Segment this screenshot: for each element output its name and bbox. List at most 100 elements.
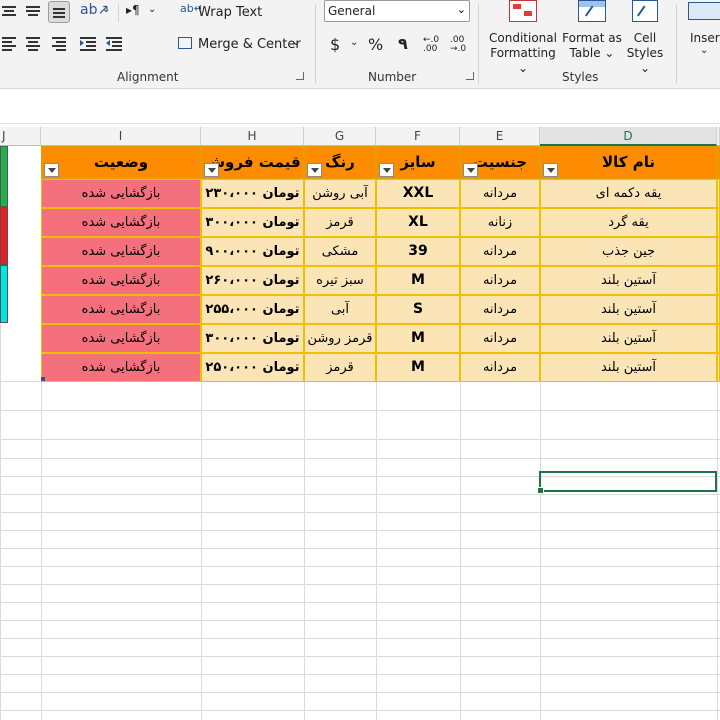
merge-center-icon: [178, 37, 192, 49]
legend-red-cell: [0, 207, 8, 265]
size-cell[interactable]: XXL: [376, 179, 460, 208]
gender-cell[interactable]: مردانه: [460, 295, 540, 324]
status-cell[interactable]: بازگشایی شده: [41, 208, 201, 237]
format-as-table-button[interactable]: Format as Table ⌄: [562, 31, 622, 61]
formula-bar-area: [0, 89, 720, 124]
color-cell[interactable]: قرمز: [304, 353, 376, 382]
color-cell[interactable]: سبز تیره: [304, 266, 376, 295]
legend-green-cell: [0, 146, 8, 207]
gender-cell[interactable]: مردانه: [460, 266, 540, 295]
color-cell[interactable]: آبی: [304, 295, 376, 324]
size-cell[interactable]: 39: [376, 237, 460, 266]
product-name-cell[interactable]: آستین بلند: [540, 295, 717, 324]
number-dialog-launcher-icon[interactable]: [466, 72, 474, 80]
wrap-text-button[interactable]: Wrap Text: [198, 5, 262, 20]
decrease-decimal-icon[interactable]: .00 →.0: [450, 36, 466, 54]
align-middle-icon[interactable]: [26, 4, 40, 18]
gender-cell[interactable]: مردانه: [460, 179, 540, 208]
column-header-i[interactable]: I: [41, 127, 201, 146]
cell-styles-icon: [632, 0, 658, 25]
percent-button[interactable]: %: [368, 35, 383, 54]
filter-dropdown-icon[interactable]: [543, 163, 558, 177]
number-format-value: General: [328, 4, 376, 18]
insert-button[interactable]: Insert: [690, 31, 720, 45]
filter-dropdown-icon[interactable]: [44, 163, 59, 177]
size-cell[interactable]: S: [376, 295, 460, 324]
column-header-h[interactable]: H: [201, 127, 304, 146]
product-name-cell[interactable]: جین جذب: [540, 237, 717, 266]
status-cell[interactable]: بازگشایی شده: [41, 324, 201, 353]
number-format-select[interactable]: General ⌄: [324, 0, 470, 22]
price-cell[interactable]: ۳۰۰،۰۰۰ تومان: [201, 324, 304, 353]
price-cell[interactable]: ۲۵۰،۰۰۰ تومان: [201, 353, 304, 382]
align-right-icon[interactable]: [52, 36, 66, 51]
product-name-cell[interactable]: آستین بلند: [540, 353, 717, 382]
size-cell[interactable]: M: [376, 324, 460, 353]
format-as-table-icon: [578, 0, 606, 25]
worksheet-grid[interactable]: وضعیت قیمت فروش رنگ سایز جنسیت نام کالا …: [0, 146, 720, 720]
cell-styles-button[interactable]: Cell Styles ⌄: [622, 31, 668, 76]
price-cell[interactable]: ۲۵۵،۰۰۰ تومان: [201, 295, 304, 324]
increase-indent-icon[interactable]: [106, 36, 122, 51]
active-cell-selection[interactable]: [537, 471, 717, 494]
alignment-dialog-launcher-icon[interactable]: [296, 72, 304, 80]
gender-cell[interactable]: مردانه: [460, 324, 540, 353]
filter-dropdown-icon[interactable]: [379, 163, 394, 177]
comma-style-button[interactable]: ٩: [398, 34, 408, 53]
color-cell[interactable]: قرمز: [304, 208, 376, 237]
header-gender-label: جنسیت: [472, 153, 528, 171]
status-cell[interactable]: بازگشایی شده: [41, 266, 201, 295]
status-cell[interactable]: بازگشایی شده: [41, 179, 201, 208]
price-cell[interactable]: ۹۰۰،۰۰۰ تومان: [201, 237, 304, 266]
column-header-d[interactable]: D: [540, 127, 717, 146]
column-header-e[interactable]: E: [460, 127, 540, 146]
size-cell[interactable]: M: [376, 266, 460, 295]
status-cell[interactable]: بازگشایی شده: [41, 295, 201, 324]
align-center-icon[interactable]: [26, 36, 40, 51]
status-cell[interactable]: بازگشایی شده: [41, 237, 201, 266]
header-size-label: سایز: [400, 153, 436, 171]
header-cell-status: وضعیت: [41, 146, 201, 179]
size-cell[interactable]: M: [376, 353, 460, 382]
gender-cell[interactable]: زنانه: [460, 208, 540, 237]
size-cell[interactable]: XL: [376, 208, 460, 237]
align-top-icon[interactable]: [2, 4, 16, 18]
product-name-cell[interactable]: یقه گرد: [540, 208, 717, 237]
increase-decimal-icon[interactable]: ←.0.00: [423, 36, 439, 54]
gender-cell[interactable]: مردانه: [460, 353, 540, 382]
conditional-formatting-icon: [509, 0, 537, 22]
align-bottom-icon[interactable]: [48, 1, 70, 23]
fill-handle[interactable]: [537, 487, 544, 494]
table-resize-handle[interactable]: [41, 377, 45, 381]
color-cell[interactable]: آبی روشن: [304, 179, 376, 208]
currency-dropdown-icon[interactable]: ⌄: [350, 37, 358, 48]
color-cell[interactable]: مشکی: [304, 237, 376, 266]
product-name-cell[interactable]: آستین بلند: [540, 324, 717, 353]
insert-dropdown-icon[interactable]: ⌄: [700, 45, 708, 56]
product-name-cell[interactable]: یقه دکمه ای: [540, 179, 717, 208]
price-cell[interactable]: ۲۳۰،۰۰۰ تومان: [201, 179, 304, 208]
text-direction-dropdown-icon[interactable]: ⌄: [148, 4, 156, 15]
status-cell[interactable]: بازگشایی شده: [41, 353, 201, 382]
column-header-f[interactable]: F: [376, 127, 460, 146]
filter-dropdown-icon[interactable]: [307, 163, 322, 177]
ribbon: ab↗ ⌄ ▸¶ ⌄ ab↵ Wrap Text Merge & Center …: [0, 0, 720, 89]
filter-dropdown-icon[interactable]: [204, 163, 219, 177]
filter-dropdown-icon[interactable]: [463, 163, 478, 177]
conditional-formatting-label-2: Formatting: [490, 46, 556, 60]
align-left-icon[interactable]: [2, 36, 16, 51]
product-name-cell[interactable]: آستین بلند: [540, 266, 717, 295]
price-cell[interactable]: ۲۶۰،۰۰۰ تومان: [201, 266, 304, 295]
color-cell[interactable]: قرمز روشن: [304, 324, 376, 353]
decrease-indent-icon[interactable]: [80, 36, 96, 51]
column-header-g[interactable]: G: [304, 127, 376, 146]
conditional-formatting-button[interactable]: Conditional Formatting ⌄: [488, 31, 558, 76]
price-cell[interactable]: ۳۰۰،۰۰۰ تومان: [201, 208, 304, 237]
gender-cell[interactable]: مردانه: [460, 237, 540, 266]
text-direction-icon[interactable]: ▸¶: [126, 3, 140, 17]
orientation-dropdown-icon[interactable]: ⌄: [102, 4, 110, 15]
merge-dropdown-icon[interactable]: ⌄: [292, 37, 300, 48]
column-header-j[interactable]: J: [0, 127, 41, 146]
merge-center-button[interactable]: Merge & Center: [198, 37, 301, 52]
currency-button[interactable]: $: [330, 35, 340, 54]
